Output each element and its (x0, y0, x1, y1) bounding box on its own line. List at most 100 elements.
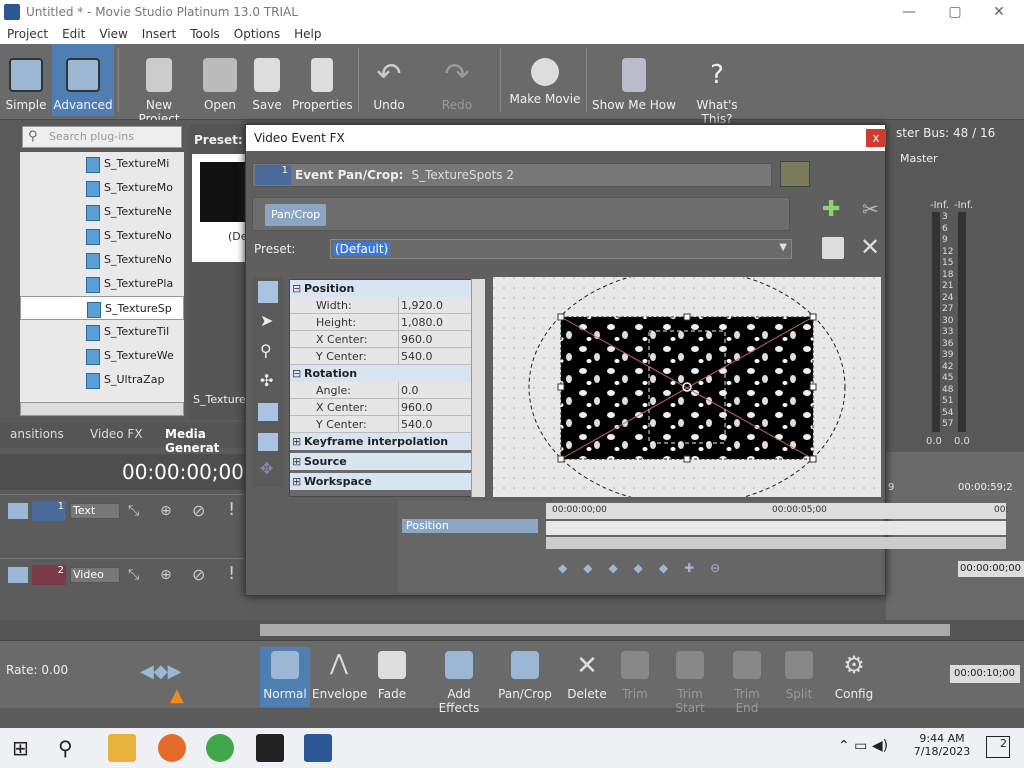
properties-scrollbar[interactable] (471, 279, 485, 497)
menu-view[interactable]: View (92, 27, 134, 41)
kf-ruler[interactable]: 00:00:00;00 00:00:05;00 00: (546, 503, 1008, 519)
dialog-close-button[interactable]: x (866, 129, 886, 147)
plugin-item[interactable]: S_TextureNo (20, 248, 184, 272)
save-preset-icon[interactable] (822, 237, 844, 259)
plugin-item[interactable]: S_TexturePla (20, 272, 184, 296)
group-source[interactable]: Source (290, 453, 484, 470)
menu-insert[interactable]: Insert (135, 27, 183, 41)
tab-video-fx[interactable]: Video FX (90, 427, 143, 441)
menu-help[interactable]: Help (287, 27, 328, 41)
split-button[interactable]: Split (776, 647, 822, 707)
prop-rot-x-center[interactable]: X Center: 960.0 (290, 399, 484, 416)
lock-aspect-icon[interactable] (258, 403, 278, 421)
chrome-icon[interactable] (206, 734, 234, 762)
track-name[interactable]: Text (70, 503, 120, 519)
track-motion-icon[interactable]: ⤡ (128, 503, 139, 519)
shuttle-control[interactable]: ◀◆▶ (140, 661, 182, 682)
plugin-item[interactable]: S_TextureNe (20, 200, 184, 224)
plugin-item[interactable]: S_TextureWe (20, 344, 184, 368)
size-about-center-icon[interactable] (258, 433, 278, 451)
simple-button[interactable]: Simple (2, 44, 50, 116)
plugin-item[interactable]: S_TextureMi (20, 152, 184, 176)
mute-icon[interactable]: ⊘ (192, 501, 205, 520)
prop-angle[interactable]: Angle: 0.0 (290, 382, 484, 399)
advanced-button[interactable]: Advanced (52, 44, 114, 116)
prop-height[interactable]: Height: 1,080.0 (290, 314, 484, 331)
plugin-item-selected[interactable]: S_TextureSp (20, 296, 184, 320)
move-freely-icon[interactable]: ✣ (260, 371, 273, 390)
delete-button[interactable]: ✕ Delete (566, 647, 608, 707)
menu-edit[interactable]: Edit (55, 27, 92, 41)
track-expand-icon[interactable] (8, 567, 28, 583)
fade-button[interactable]: Fade (370, 647, 414, 707)
track-name[interactable]: Video (70, 567, 120, 583)
windows-start-icon[interactable]: ⊞ (12, 734, 40, 762)
whats-this-button[interactable]: ? What's This? (682, 44, 752, 126)
menu-project[interactable]: Project (0, 27, 55, 41)
zoom-tool-icon[interactable]: ⚲ (260, 341, 272, 360)
kf-track-position[interactable]: Position (402, 519, 538, 533)
chain-view-icon[interactable] (780, 161, 810, 187)
properties-button[interactable]: Properties (292, 44, 353, 116)
plugin-item[interactable]: S_TextureMo (20, 176, 184, 200)
plugin-item[interactable]: S_UltraZap (20, 368, 184, 392)
pan-crop-button[interactable]: Pan/Crop (498, 647, 552, 707)
track-expand-icon[interactable] (8, 503, 28, 519)
track-header-text[interactable]: 1 Text ⤡ ⊕ ⊘ ! (0, 494, 250, 556)
undo-button[interactable]: ↶ Undo (368, 44, 410, 116)
tab-transitions[interactable]: ansitions (10, 427, 64, 441)
maximize-button[interactable]: ▢ (932, 0, 978, 24)
movie-studio-taskbar-icon[interactable] (304, 734, 332, 762)
tab-pan-crop[interactable]: Pan/Crop (265, 204, 327, 226)
new-project-button[interactable]: New Project (124, 44, 194, 126)
delete-preset-icon[interactable]: ✕ (860, 233, 880, 261)
solo-icon[interactable]: ! (228, 563, 235, 584)
envelope-button[interactable]: ⋀ Envelope (312, 647, 367, 707)
save-button[interactable]: Save (248, 44, 286, 116)
group-keyframe-interpolation[interactable]: Keyframe interpolation (290, 433, 484, 450)
add-effects-button[interactable]: Add Effects (426, 647, 492, 715)
tab-media-generators[interactable]: Media Generat (165, 427, 250, 455)
trim-start-button[interactable]: Trim Start (662, 647, 718, 715)
kf-current-time[interactable]: 00:00:00;00 (958, 561, 1024, 577)
normal-edit-tool-icon[interactable]: ➤ (260, 311, 273, 330)
prop-x-center[interactable]: X Center: 960.0 (290, 331, 484, 348)
notification-center-icon[interactable]: 2 (986, 736, 1010, 758)
make-movie-button[interactable]: Make Movie (508, 44, 582, 116)
prop-y-center[interactable]: Y Center: 540.0 (290, 348, 484, 365)
kf-nav-buttons[interactable]: ◆◆◆◆◆✚⊖ (558, 561, 736, 575)
redo-button[interactable]: ↷ Redo (436, 44, 478, 116)
track-compositing-icon[interactable]: ⊕ (160, 503, 172, 519)
preset-select[interactable]: (Default) ▼ (330, 239, 792, 259)
track-motion-icon[interactable]: ⤡ (128, 567, 139, 583)
open-button[interactable]: Open (200, 44, 240, 116)
tray-icons[interactable]: ⌃ ▭ ◀) (838, 738, 888, 754)
plugin-item[interactable]: S_TextureTil (20, 320, 184, 344)
pan-crop-canvas[interactable] (493, 277, 881, 497)
config-button[interactable]: ⚙ Config (830, 647, 878, 707)
menu-tools[interactable]: Tools (183, 27, 227, 41)
search-icon[interactable]: ⚲ (58, 734, 86, 762)
plugin-item[interactable]: S_TextureNo (20, 224, 184, 248)
clock[interactable]: 9:44 AM 7/18/2023 (912, 732, 972, 758)
track-header-video[interactable]: 2 Video ⤡ ⊕ ⊘ ! (0, 558, 250, 620)
plugin-list-hscrollbar[interactable] (20, 402, 184, 416)
prop-rot-y-center[interactable]: Y Center: 540.0 (290, 416, 484, 433)
group-workspace[interactable]: Workspace (290, 473, 484, 490)
file-explorer-icon[interactable] (108, 734, 136, 762)
menu-options[interactable]: Options (227, 27, 287, 41)
timeline-hscrollbar[interactable] (260, 624, 950, 636)
solo-icon[interactable]: ! (228, 499, 235, 520)
move-in-direction-icon[interactable]: ✥ (260, 459, 273, 478)
group-position[interactable]: Position (290, 280, 484, 297)
show-properties-icon[interactable] (258, 281, 278, 303)
end-time-display[interactable]: 00:00:10;00 (950, 665, 1020, 683)
group-rotation[interactable]: Rotation (290, 365, 484, 382)
7zip-icon[interactable] (256, 734, 284, 762)
search-plugins-input[interactable]: Search plug-ins (22, 126, 182, 148)
kf-scrollbar[interactable] (546, 537, 1006, 549)
minimize-button[interactable]: — (886, 0, 932, 24)
add-plugin-icon[interactable]: ✚ (822, 197, 840, 222)
firefox-icon[interactable] (158, 734, 186, 762)
normal-edit-button[interactable]: Normal (260, 647, 310, 707)
